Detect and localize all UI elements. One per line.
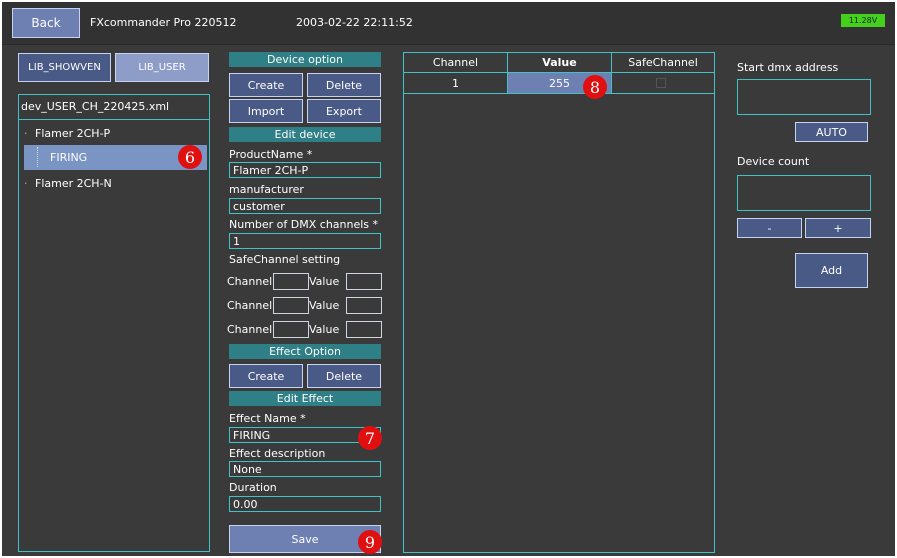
safe-channel-label: Channel <box>227 323 273 336</box>
library-file-name[interactable]: dev_USER_CH_220425.xml <box>18 94 210 120</box>
dmx-channels-field[interactable]: 1 <box>229 233 381 249</box>
effect-name-label: Effect Name * <box>229 412 306 425</box>
tab-lib-showven[interactable]: LIB_SHOWVEN <box>18 53 111 82</box>
safe-channel-input-3[interactable] <box>273 321 309 338</box>
safe-value-label: Value <box>309 299 340 312</box>
manufacturer-field[interactable]: customer <box>229 198 381 214</box>
table-row[interactable]: 1 255 <box>404 73 714 94</box>
app-title: FXcommander Pro 220512 <box>90 16 237 29</box>
increment-button[interactable]: + <box>805 218 871 238</box>
effect-description-field[interactable]: None <box>229 461 381 477</box>
effect-delete-button[interactable]: Delete <box>307 364 381 388</box>
tree-item-flamer-2ch-n[interactable]: · Flamer 2CH-N <box>24 177 112 190</box>
annotation-badge-8: 8 <box>583 75 607 99</box>
screenshot: Back FXcommander Pro 220512 2003-02-22 2… <box>0 0 897 558</box>
annotation-badge-6: 6 <box>178 145 202 169</box>
safechannel-column-header: SafeChannel <box>612 53 714 73</box>
decrement-button[interactable]: - <box>737 218 802 238</box>
start-dmx-address-label: Start dmx address <box>737 61 839 74</box>
device-count-label: Device count <box>737 155 810 168</box>
effect-option-header: Effect Option <box>229 344 381 359</box>
value-column-header: Value <box>508 53 612 73</box>
safechannel-checkbox[interactable] <box>656 78 666 88</box>
safe-value-input-3[interactable] <box>346 321 382 338</box>
channel-table-panel <box>403 52 715 553</box>
safe-channel-label: Channel <box>227 275 273 288</box>
tree-bullet-icon: · <box>24 127 28 140</box>
safe-channel-input-2[interactable] <box>273 297 309 314</box>
edit-effect-header: Edit Effect <box>229 391 381 406</box>
battery-label: 11.28V <box>848 16 878 25</box>
auto-button[interactable]: AUTO <box>795 122 868 142</box>
safe-value-label: Value <box>309 323 340 336</box>
device-create-button[interactable]: Create <box>229 73 303 97</box>
product-name-label: ProductName * <box>229 148 313 161</box>
annotation-badge-9: 9 <box>358 530 382 554</box>
safe-value-input-2[interactable] <box>346 297 382 314</box>
channel-column-header: Channel <box>404 53 508 73</box>
tree-item-label: Flamer 2CH-N <box>35 177 112 190</box>
safe-channel-label: Channel <box>227 299 273 312</box>
effect-create-button[interactable]: Create <box>229 364 303 388</box>
device-delete-button[interactable]: Delete <box>307 73 381 97</box>
add-button[interactable]: Add <box>795 253 868 288</box>
safe-channel-input-1[interactable] <box>273 273 309 290</box>
tree-guide-line <box>37 147 39 167</box>
manufacturer-label: manufacturer <box>229 183 304 196</box>
safe-value-input-1[interactable] <box>346 273 382 290</box>
safe-channel-setting-label: SafeChannel setting <box>229 253 341 266</box>
edit-device-header: Edit device <box>229 127 381 142</box>
back-button[interactable]: Back <box>12 8 80 38</box>
dmx-channels-label: Number of DMX channels * <box>229 218 379 231</box>
datetime-label: 2003-02-22 22:11:52 <box>296 16 413 29</box>
tab-lib-user[interactable]: LIB_USER <box>115 53 209 82</box>
device-option-header: Device option <box>229 52 381 67</box>
annotation-badge-7: 7 <box>358 426 382 450</box>
channel-cell: 1 <box>404 73 508 93</box>
tree-item-label: FIRING <box>50 151 88 164</box>
device-export-button[interactable]: Export <box>307 99 381 123</box>
device-import-button[interactable]: Import <box>229 99 303 123</box>
tree-bullet-icon: · <box>24 177 28 190</box>
duration-field[interactable]: 0.00 <box>229 496 381 512</box>
device-count-field[interactable] <box>737 175 871 211</box>
safe-value-label: Value <box>309 275 340 288</box>
duration-label: Duration <box>229 481 277 494</box>
tree-item-label: Flamer 2CH-P <box>35 127 111 140</box>
battery-indicator: 11.28V <box>841 14 885 27</box>
product-name-field[interactable]: Flamer 2CH-P <box>229 162 381 178</box>
effect-description-label: Effect description <box>229 447 326 460</box>
start-dmx-address-field[interactable] <box>737 79 871 115</box>
app-window: Back FXcommander Pro 220512 2003-02-22 2… <box>2 2 895 556</box>
tree-item-flamer-2ch-p[interactable]: · Flamer 2CH-P <box>24 127 110 140</box>
